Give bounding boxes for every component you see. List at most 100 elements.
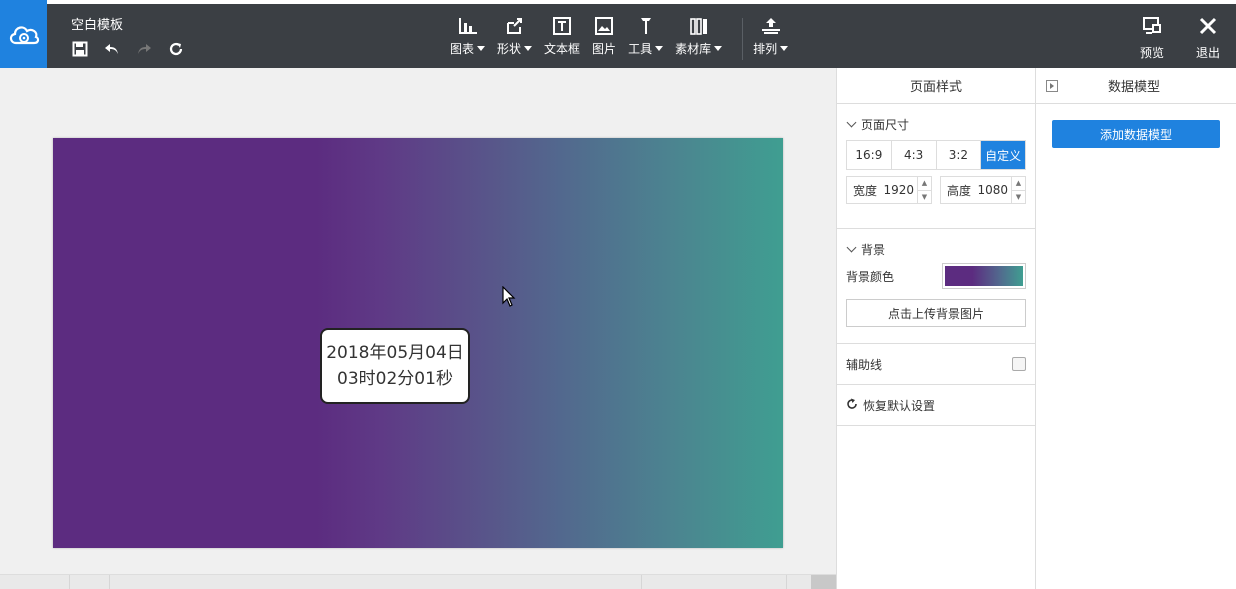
add-data-model-button[interactable]: 添加数据模型	[1052, 120, 1220, 148]
date-text: 2018年05月04日	[326, 343, 464, 363]
datetime-widget[interactable]: 2018年05月04日 03时02分01秒	[320, 328, 470, 404]
scroll-thumb[interactable]	[811, 575, 836, 589]
window-actions: 预览 退出	[1124, 16, 1236, 61]
library-icon	[689, 16, 709, 36]
image-tool[interactable]: 图片	[592, 16, 616, 57]
page-size-title: 页面尺寸	[861, 117, 910, 132]
reset-defaults-button[interactable]: 恢复默认设置	[846, 385, 1026, 425]
top-toolbar: 空白模板 图表 形状 文本框 图片 工具 素材库 排列 预览 退出	[0, 4, 1236, 68]
width-field[interactable]: 宽度 1920 ▲ ▼	[846, 176, 932, 204]
guides-section: 辅助线	[837, 344, 1035, 385]
chevron-down-icon	[846, 117, 857, 127]
save-icon[interactable]	[71, 40, 89, 58]
image-icon	[594, 16, 614, 36]
page-size-section: 页面尺寸 16:9 4:3 3:2 自定义 宽度 1920 ▲ ▼ 高度 108…	[837, 104, 1035, 229]
app-logo[interactable]	[0, 0, 47, 72]
ratio-3-2-option[interactable]: 3:2	[937, 141, 982, 169]
preview-button[interactable]: 预览	[1124, 16, 1180, 61]
guides-label: 辅助线	[846, 357, 883, 372]
monitor-icon	[1142, 16, 1162, 40]
bg-color-swatch[interactable]	[942, 263, 1026, 289]
page-style-panel: 页面样式 页面尺寸 16:9 4:3 3:2 自定义 宽度 1920 ▲ ▼ 高…	[836, 68, 1036, 589]
shape-tool-label: 形状	[497, 42, 522, 56]
height-value[interactable]: 1080	[971, 183, 1011, 197]
chevron-up-icon[interactable]: ▲	[1012, 177, 1025, 191]
data-model-title: 数据模型	[1108, 80, 1161, 95]
exit-button[interactable]: 退出	[1180, 16, 1236, 61]
chevron-up-icon[interactable]: ▲	[918, 177, 931, 191]
arrange-tool-label: 排列	[753, 42, 778, 56]
redo-icon[interactable]	[135, 40, 153, 58]
ratio-selector: 16:9 4:3 3:2 自定义	[846, 140, 1026, 170]
chevron-down-icon	[780, 46, 789, 51]
scroll-segment	[70, 575, 110, 589]
horizontal-scrollbar[interactable]	[0, 574, 836, 589]
chevron-down-icon	[477, 46, 486, 51]
quick-actions	[71, 40, 185, 58]
chevron-down-icon[interactable]: ▼	[918, 191, 931, 204]
library-tool-label: 素材库	[675, 42, 712, 56]
data-model-panel: 数据模型 添加数据模型	[1036, 68, 1236, 589]
chevron-down-icon[interactable]: ▼	[1012, 191, 1025, 204]
textbox-tool[interactable]: 文本框	[544, 16, 580, 57]
exit-label: 退出	[1195, 46, 1220, 60]
page-style-header: 页面样式	[837, 68, 1035, 104]
cloud-icon	[7, 21, 41, 51]
document-title: 空白模板	[71, 18, 124, 33]
library-tool[interactable]: 素材库	[675, 16, 723, 57]
insert-tools: 图表 形状 文本框 图片 工具 素材库 排列	[450, 16, 800, 60]
collapse-panel-icon[interactable]	[1046, 80, 1058, 92]
ratio-4-3-option[interactable]: 4:3	[892, 141, 937, 169]
arrange-icon	[761, 16, 781, 36]
size-fields: 宽度 1920 ▲ ▼ 高度 1080 ▲ ▼	[846, 176, 1026, 228]
ratio-16-9-option[interactable]: 16:9	[847, 141, 892, 169]
width-label: 宽度	[853, 183, 878, 198]
chart-tool-label: 图表	[450, 42, 475, 56]
page-size-toggle[interactable]: 页面尺寸	[846, 104, 1026, 144]
tools-menu[interactable]: 工具	[628, 16, 664, 57]
height-label: 高度	[947, 183, 972, 198]
image-tool-label: 图片	[592, 42, 617, 56]
reset-section: 恢复默认设置	[837, 385, 1035, 426]
textbox-icon	[552, 16, 572, 36]
chevron-down-icon	[524, 46, 533, 51]
ratio-custom-option[interactable]: 自定义	[981, 141, 1025, 169]
scroll-segment	[600, 575, 642, 589]
dashboard-canvas[interactable]: 2018年05月04日 03时02分01秒	[53, 138, 783, 548]
scroll-segment	[642, 575, 787, 589]
toolbar-divider	[742, 18, 744, 60]
chart-icon	[458, 16, 478, 36]
shape-icon	[505, 16, 525, 36]
width-value[interactable]: 1920	[877, 183, 917, 197]
tools-icon	[636, 16, 656, 36]
tools-menu-label: 工具	[628, 42, 653, 56]
app-window: 空白模板 图表 形状 文本框 图片 工具 素材库 排列 预览 退出 2018年0…	[0, 0, 1236, 589]
chevron-down-icon	[846, 242, 857, 252]
arrange-tool[interactable]: 排列	[753, 16, 789, 57]
bg-color-label: 背景颜色	[846, 269, 895, 284]
height-field[interactable]: 高度 1080 ▲ ▼	[940, 176, 1026, 204]
chevron-down-icon	[655, 46, 664, 51]
background-title: 背景	[861, 242, 886, 257]
width-stepper[interactable]: ▲ ▼	[917, 177, 931, 203]
time-text: 03时02分01秒	[337, 369, 453, 389]
textbox-tool-label: 文本框	[544, 42, 581, 56]
background-section: 背景 背景颜色 点击上传背景图片	[837, 229, 1035, 344]
guides-checkbox[interactable]	[1012, 357, 1026, 371]
data-model-header: 数据模型	[1036, 68, 1236, 104]
undo-icon[interactable]	[103, 40, 121, 58]
bg-color-row: 背景颜色	[846, 263, 1026, 289]
chevron-down-icon	[714, 46, 723, 51]
chart-tool[interactable]: 图表	[450, 16, 486, 57]
reset-label: 恢复默认设置	[863, 398, 936, 413]
close-icon	[1198, 16, 1218, 40]
preview-label: 预览	[1139, 46, 1164, 60]
upload-bg-button[interactable]: 点击上传背景图片	[846, 299, 1026, 327]
mouse-cursor-icon	[502, 285, 516, 312]
canvas-workspace[interactable]: 2018年05月04日 03时02分01秒	[0, 68, 836, 589]
height-stepper[interactable]: ▲ ▼	[1011, 177, 1025, 203]
scroll-segment	[0, 575, 70, 589]
reset-icon	[846, 398, 858, 413]
shape-tool[interactable]: 形状	[497, 16, 533, 57]
refresh-icon[interactable]	[167, 40, 185, 58]
